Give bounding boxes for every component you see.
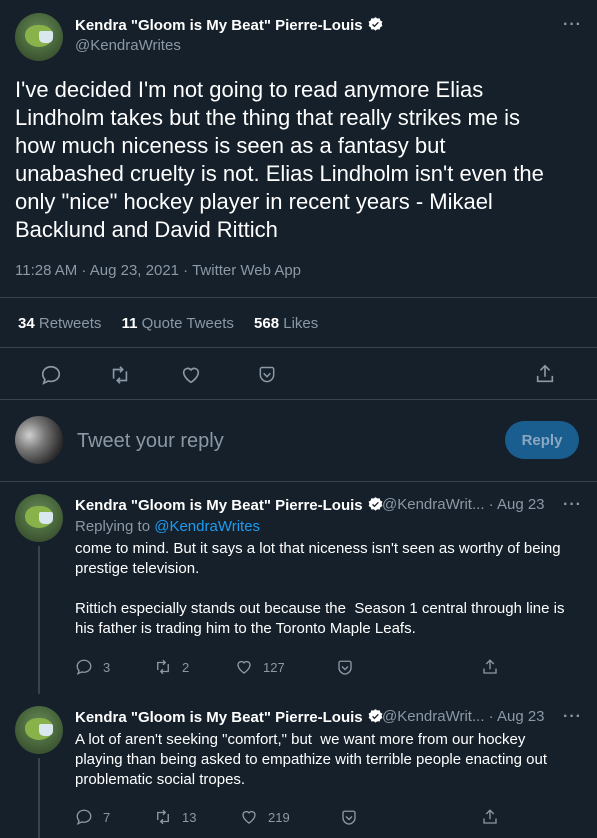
retweet-icon bbox=[157, 659, 169, 675]
reply-icon[interactable] bbox=[40, 364, 62, 386]
reply-icon bbox=[76, 809, 92, 826]
author-name-text[interactable]: Kendra "Gloom is My Beat" Pierre-Louis bbox=[75, 709, 363, 726]
retweet-icon bbox=[157, 809, 169, 825]
heart-icon bbox=[237, 660, 251, 674]
more-icon[interactable]: ··· bbox=[563, 708, 582, 726]
reply-text: A lot of aren't seeking "comfort," but w… bbox=[75, 731, 547, 788]
author-name[interactable]: Kendra "Gloom is My Beat" Pierre-Louis bbox=[75, 708, 384, 726]
author-name-text[interactable]: Kendra "Gloom is My Beat" Pierre-Louis bbox=[75, 497, 363, 514]
share-icon[interactable] bbox=[481, 808, 499, 826]
thread-line bbox=[38, 758, 40, 838]
more-icon[interactable]: ··· bbox=[563, 496, 582, 514]
reply-text: come to mind. But it says a lot that nic… bbox=[75, 540, 565, 637]
tweet-stats: 34 Retweets 11 Quote Tweets 568 Likes bbox=[18, 315, 334, 332]
reply-action[interactable]: 3 bbox=[75, 658, 110, 676]
replying-to: Replying to @KendraWrites bbox=[75, 518, 260, 535]
bookmark-icon[interactable] bbox=[336, 659, 354, 677]
likes-count: 568 bbox=[254, 315, 280, 332]
like-count: 127 bbox=[263, 659, 285, 675]
retweets-label: Retweets bbox=[38, 315, 102, 332]
user-avatar[interactable] bbox=[15, 416, 63, 464]
tweet-meta[interactable]: 11:28 AM · Aug 23, 2021 · Twitter Web Ap… bbox=[15, 262, 301, 279]
share-icon[interactable] bbox=[534, 363, 556, 385]
likes-label: Likes bbox=[283, 315, 319, 332]
replying-to-handle[interactable]: @KendraWrites bbox=[154, 518, 260, 535]
author-name-text[interactable]: Kendra "Gloom is My Beat" Pierre-Louis bbox=[75, 17, 363, 34]
author-name[interactable]: Kendra "Gloom is My Beat" Pierre-Louis bbox=[75, 16, 384, 34]
divider bbox=[0, 297, 597, 298]
verified-badge-icon bbox=[368, 17, 383, 31]
author-handle[interactable]: @KendraWrites bbox=[75, 37, 181, 54]
author-avatar[interactable] bbox=[15, 706, 63, 754]
retweet-action[interactable]: 13 bbox=[154, 808, 196, 826]
author-avatar[interactable] bbox=[15, 13, 63, 61]
like-action[interactable]: 219 bbox=[240, 808, 290, 826]
like-count: 219 bbox=[268, 809, 290, 825]
reply-count: 7 bbox=[103, 809, 111, 825]
like-action[interactable]: 127 bbox=[235, 658, 285, 676]
reply-button[interactable]: Reply bbox=[505, 421, 579, 459]
quotes-count: 11 bbox=[121, 315, 138, 332]
share-icon[interactable] bbox=[481, 658, 499, 676]
retweet-count: 2 bbox=[182, 659, 190, 675]
divider bbox=[0, 399, 597, 400]
reply-action[interactable]: 7 bbox=[75, 808, 110, 826]
bookmark-icon[interactable] bbox=[257, 365, 277, 385]
reply-count: 3 bbox=[103, 659, 111, 675]
retweet-count: 13 bbox=[182, 809, 197, 825]
retweets-stat[interactable]: 34 Retweets bbox=[18, 315, 101, 332]
author-handle-date[interactable]: @KendraWrit... · Aug 23 bbox=[382, 496, 545, 513]
author-name[interactable]: Kendra "Gloom is My Beat" Pierre-Louis bbox=[75, 496, 384, 514]
author-avatar[interactable] bbox=[15, 494, 63, 542]
reply-input[interactable]: Tweet your reply bbox=[77, 430, 224, 453]
bookmark-icon[interactable] bbox=[340, 809, 358, 827]
divider bbox=[0, 481, 597, 482]
retweet-action[interactable]: 2 bbox=[154, 658, 189, 676]
author-handle-date[interactable]: @KendraWrit... · Aug 23 bbox=[382, 708, 545, 725]
quotes-stat[interactable]: 11 Quote Tweets bbox=[122, 315, 234, 332]
thread-line bbox=[38, 546, 40, 694]
retweets-count: 34 bbox=[18, 315, 35, 332]
heart-icon[interactable] bbox=[180, 364, 202, 386]
replying-to-label: Replying to bbox=[75, 518, 151, 535]
likes-stat[interactable]: 568 Likes bbox=[254, 315, 318, 332]
retweet-icon[interactable] bbox=[109, 364, 131, 386]
divider bbox=[0, 347, 597, 348]
quotes-label: Quote Tweets bbox=[141, 315, 234, 332]
more-icon[interactable]: ··· bbox=[563, 16, 582, 34]
reply-icon bbox=[76, 659, 92, 676]
tweet-text: I've decided I'm not going to read anymo… bbox=[15, 77, 544, 242]
heart-icon bbox=[242, 810, 256, 824]
